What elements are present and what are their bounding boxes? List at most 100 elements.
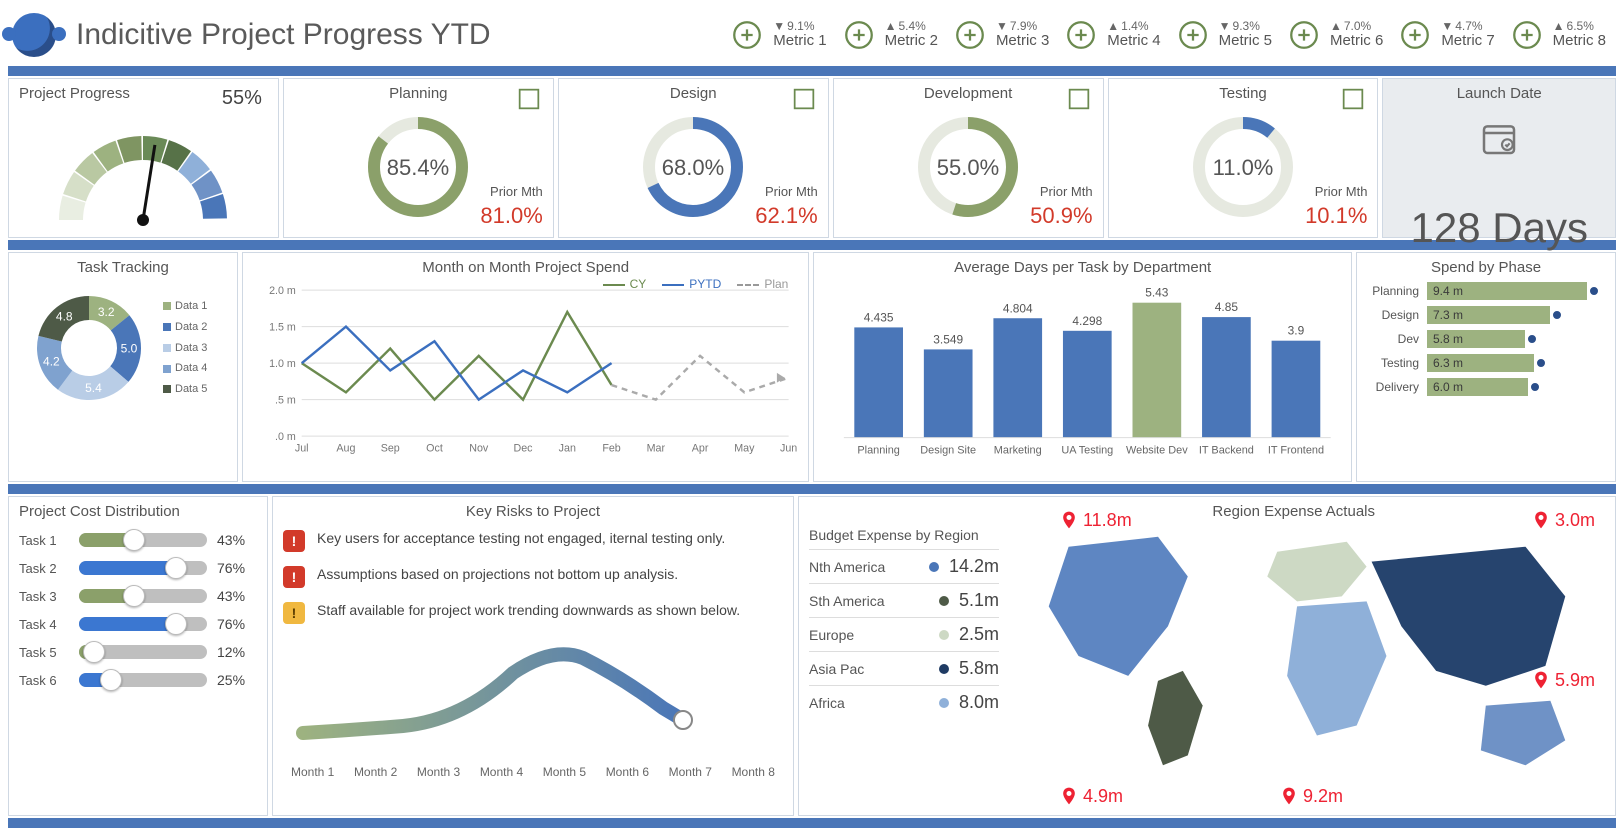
region-value: 5.8m bbox=[959, 658, 999, 679]
dist-row: Task 2 76% bbox=[19, 560, 257, 576]
region-dot bbox=[939, 664, 949, 674]
svg-text:4.85: 4.85 bbox=[1215, 300, 1239, 314]
dist-name: Task 2 bbox=[19, 561, 69, 576]
card-title: Project Cost Distribution bbox=[19, 503, 257, 520]
kpi-name: Metric 7 bbox=[1441, 33, 1494, 50]
map-pin: 9.2m bbox=[1279, 783, 1343, 809]
warning-icon: ! bbox=[283, 566, 305, 588]
phase-bar: 9.4 m bbox=[1427, 282, 1587, 300]
svg-text:1.5 m: 1.5 m bbox=[269, 322, 296, 334]
svg-text:3.549: 3.549 bbox=[934, 332, 964, 346]
launch-days: 128 Days bbox=[1393, 204, 1605, 252]
dist-slider[interactable] bbox=[79, 617, 207, 631]
warning-icon: ! bbox=[283, 602, 305, 624]
phase-row: Planning 9.4 m bbox=[1367, 282, 1605, 300]
dist-pct: 43% bbox=[217, 532, 257, 548]
region-row: Africa 8.0m bbox=[809, 685, 999, 719]
region-dot bbox=[939, 630, 949, 640]
card-task-tracking: Task Tracking 3.25.05.44.24.8 Data 1Data… bbox=[8, 252, 238, 482]
svg-text:Sep: Sep bbox=[381, 443, 400, 455]
svg-text:1.0 m: 1.0 m bbox=[269, 358, 296, 370]
legend-item: Data 4 bbox=[163, 358, 207, 379]
region-row: Asia Pac 5.8m bbox=[809, 651, 999, 685]
phase-icon bbox=[515, 85, 543, 116]
svg-text:55.0%: 55.0% bbox=[937, 155, 999, 180]
card-key-risks: Key Risks to Project ! Key users for acc… bbox=[272, 496, 794, 816]
svg-text:Jun: Jun bbox=[780, 443, 797, 455]
prior-value: 62.1% bbox=[755, 203, 817, 229]
page-title: Indicitive Project Progress YTD bbox=[76, 18, 491, 52]
dist-slider[interactable] bbox=[79, 561, 207, 575]
kpi-7: 4.7%Metric 7 bbox=[1389, 13, 1500, 57]
region-value: 2.5m bbox=[959, 624, 999, 645]
svg-text:5.43: 5.43 bbox=[1146, 286, 1170, 300]
trend-x-axis: Month 1Month 2Month 3Month 4Month 5Month… bbox=[283, 765, 783, 779]
svg-text:68.0%: 68.0% bbox=[662, 155, 724, 180]
phase-marker bbox=[1536, 358, 1546, 368]
svg-text:.0 m: .0 m bbox=[275, 431, 296, 443]
svg-text:IT Backend: IT Backend bbox=[1199, 444, 1254, 456]
dist-row: Task 5 12% bbox=[19, 644, 257, 660]
region-name: Nth America bbox=[809, 559, 919, 575]
dist-slider[interactable] bbox=[79, 645, 207, 659]
svg-text:4.2: 4.2 bbox=[43, 355, 60, 369]
kpi-name: Metric 5 bbox=[1219, 33, 1272, 50]
dist-slider[interactable] bbox=[79, 673, 207, 687]
world-map bbox=[1009, 503, 1605, 809]
card-cost-distribution: Project Cost Distribution Task 1 43% Tas… bbox=[8, 496, 268, 816]
phase-bar: 6.0 m bbox=[1427, 378, 1528, 396]
region-name: Europe bbox=[809, 627, 929, 643]
prior-value: 50.9% bbox=[1030, 203, 1092, 229]
card-month-spend: Month on Month Project Spend CY PYTD Pla… bbox=[242, 252, 809, 482]
map-pin: 3.0m bbox=[1531, 507, 1595, 533]
prior-value: 81.0% bbox=[480, 203, 542, 229]
card-region-map: Budget Expense by Region Nth America 14.… bbox=[798, 496, 1616, 816]
kpi-name: Metric 2 bbox=[885, 33, 938, 50]
card-planning: Planning 85.4% Prior Mth 81.0% bbox=[283, 78, 554, 238]
svg-text:UA Testing: UA Testing bbox=[1062, 444, 1114, 456]
svg-text:5.0: 5.0 bbox=[121, 342, 138, 356]
row-mid: Task Tracking 3.25.05.44.24.8 Data 1Data… bbox=[4, 252, 1620, 482]
svg-text:4.298: 4.298 bbox=[1073, 314, 1103, 328]
logo-icon bbox=[12, 13, 56, 57]
dist-row: Task 4 76% bbox=[19, 616, 257, 632]
region-row: Europe 2.5m bbox=[809, 617, 999, 651]
kpi-2: 5.4%Metric 2 bbox=[833, 13, 944, 57]
card-title: Month on Month Project Spend bbox=[253, 259, 798, 276]
dist-name: Task 5 bbox=[19, 645, 69, 660]
risk-item: ! Staff available for project work trend… bbox=[283, 602, 783, 624]
prior-label: Prior Mth bbox=[490, 184, 543, 199]
svg-text:85.4%: 85.4% bbox=[387, 155, 449, 180]
kpi-name: Metric 4 bbox=[1107, 33, 1160, 50]
svg-text:3.9: 3.9 bbox=[1288, 324, 1305, 338]
prior-label: Prior Mth bbox=[1040, 184, 1093, 199]
dist-row: Task 3 43% bbox=[19, 588, 257, 604]
region-value: 8.0m bbox=[959, 692, 999, 713]
dist-pct: 76% bbox=[217, 616, 257, 632]
card-development: Development 55.0% Prior Mth 50.9% bbox=[833, 78, 1104, 238]
svg-text:4.8: 4.8 bbox=[56, 310, 73, 324]
dist-slider[interactable] bbox=[79, 589, 207, 603]
kpi-icon bbox=[1061, 15, 1101, 55]
risk-item: ! Assumptions based on projections not b… bbox=[283, 566, 783, 588]
map-pin: 4.9m bbox=[1059, 783, 1123, 809]
dist-name: Task 6 bbox=[19, 673, 69, 688]
phase-name: Dev bbox=[1367, 332, 1419, 346]
card-spend-phase: Spend by Phase Planning 9.4 m Design 7.3… bbox=[1356, 252, 1616, 482]
card-title: Design bbox=[569, 85, 818, 102]
phase-name: Design bbox=[1367, 308, 1419, 322]
dist-slider[interactable] bbox=[79, 533, 207, 547]
dist-name: Task 3 bbox=[19, 589, 69, 604]
phase-row: Design 7.3 m bbox=[1367, 306, 1605, 324]
svg-text:Jan: Jan bbox=[559, 443, 576, 455]
svg-text:Website Dev: Website Dev bbox=[1126, 444, 1188, 456]
card-title: Testing bbox=[1119, 85, 1368, 102]
card-design: Design 68.0% Prior Mth 62.1% bbox=[558, 78, 829, 238]
line-legend: CY PYTD Plan bbox=[603, 277, 789, 291]
card-title: Development bbox=[844, 85, 1093, 102]
bar-chart: 4.435Planning3.549Design Site4.804Market… bbox=[824, 278, 1341, 463]
row-bottom: Project Cost Distribution Task 1 43% Tas… bbox=[4, 496, 1620, 816]
kpi-icon bbox=[1284, 15, 1324, 55]
trend-curve bbox=[283, 638, 783, 758]
kpi-3: 7.9%Metric 3 bbox=[944, 13, 1055, 57]
